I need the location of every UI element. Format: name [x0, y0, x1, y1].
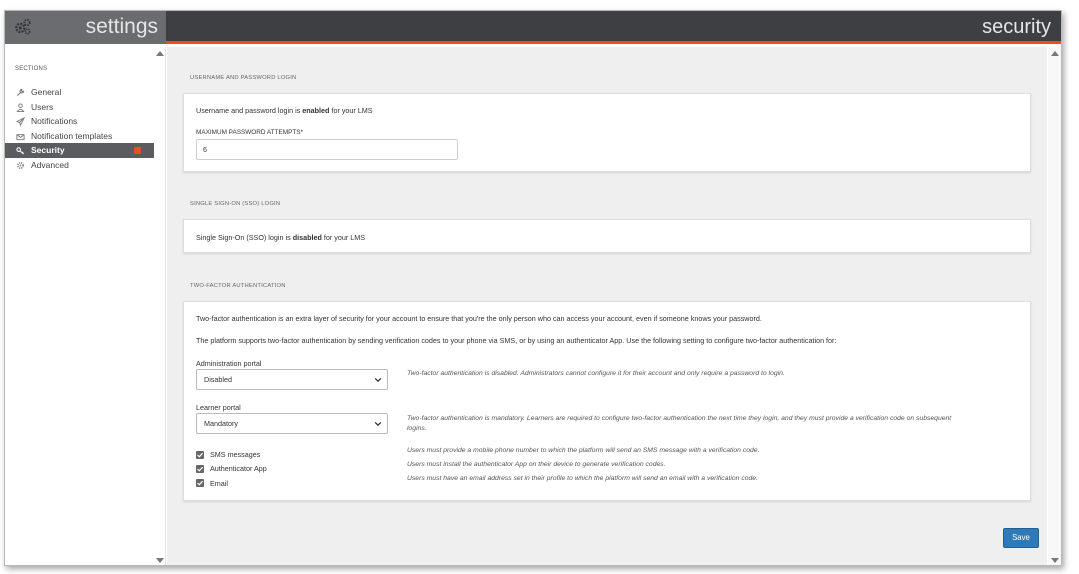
- envelope-icon: [16, 132, 25, 141]
- sidebar-item-advanced[interactable]: Advanced: [5, 158, 154, 173]
- login-status-value: enabled: [302, 106, 330, 115]
- section-label-tfa: TWO-FACTOR AUTHENTICATION: [190, 283, 286, 289]
- email-hint: Users must have an email address set in …: [407, 475, 758, 482]
- sidebar: SECTIONS General Users Notifications Not…: [5, 47, 166, 565]
- login-card: Username and password login is enabled f…: [183, 93, 1031, 172]
- paper-plane-icon: [15, 117, 26, 127]
- learner-portal-label: Learner portal: [196, 403, 241, 412]
- scroll-down-arrow-icon[interactable]: [1051, 558, 1059, 563]
- top-bar: settings security: [5, 11, 1061, 44]
- brand-area: settings: [5, 11, 166, 44]
- sidebar-item-users[interactable]: Users: [5, 100, 154, 115]
- gears-icon: [15, 18, 31, 35]
- learner-portal-value: Mandatory: [204, 419, 238, 428]
- sidebar-scrollbar[interactable]: [155, 47, 165, 565]
- sidebar-item-security[interactable]: Security: [5, 143, 154, 158]
- check-icon: [197, 452, 204, 458]
- authenticator-app-hint: Users must install the authenticator App…: [407, 461, 666, 468]
- section-label-sso: SINGLE SIGN-ON (SSO) LOGIN: [190, 201, 281, 207]
- sso-card: Single Sign-On (SSO) login is disabled f…: [183, 219, 1031, 253]
- email-checkbox[interactable]: [196, 479, 204, 487]
- learner-portal-hint-line-2: logins.: [407, 425, 427, 432]
- admin-portal-value: Disabled: [204, 375, 232, 384]
- sidebar-item-label: Users: [31, 101, 54, 112]
- learner-portal-select[interactable]: Mandatory: [196, 413, 388, 434]
- sidebar-item-notification-templates[interactable]: Notification templates: [5, 129, 154, 144]
- app-window: settings security SECTIONS General Users: [4, 10, 1062, 566]
- sections-label: SECTIONS: [15, 66, 48, 72]
- main-scrollbar[interactable]: [1048, 47, 1061, 565]
- sidebar-item-label: Security: [31, 145, 65, 156]
- sidebar-item-general[interactable]: General: [5, 85, 154, 100]
- learner-portal-hint-line-1: Two-factor authentication is mandatory. …: [407, 415, 952, 422]
- save-button[interactable]: Save: [1003, 528, 1039, 548]
- active-indicator: [134, 147, 141, 155]
- sidebar-item-label: Notifications: [31, 116, 78, 127]
- admin-portal-label: Administration portal: [196, 359, 262, 368]
- user-icon: [16, 103, 25, 112]
- tfa-card: Two-factor authentication is an extra la…: [183, 301, 1031, 501]
- check-icon: [197, 466, 204, 472]
- tfa-intro-1: Two-factor authentication is an extra la…: [196, 314, 762, 323]
- sms-label: SMS messages: [210, 450, 261, 459]
- wrench-icon: [16, 88, 25, 97]
- section-label-login: USERNAME AND PASSWORD LOGIN: [190, 75, 297, 81]
- key-icon: [16, 146, 25, 155]
- sidebar-nav: General Users Notifications Notification…: [5, 85, 154, 173]
- chevron-down-icon: [374, 377, 382, 383]
- admin-portal-hint: Two-factor authentication is disabled. A…: [407, 370, 785, 377]
- sso-status-value: disabled: [292, 233, 322, 242]
- authenticator-app-label: Authenticator App: [210, 464, 267, 473]
- scroll-up-arrow-icon[interactable]: [1051, 51, 1059, 56]
- sidebar-item-label: Notification templates: [31, 130, 113, 141]
- max-attempts-label: MAXIMUM PASSWORD ATTEMPTS*: [196, 129, 303, 136]
- tfa-intro-2: The platform supports two-factor authent…: [196, 336, 837, 345]
- check-icon: [197, 480, 204, 486]
- sms-hint: Users must provide a mobile phone number…: [407, 447, 760, 454]
- app-title: settings: [85, 15, 158, 38]
- chevron-down-icon: [374, 421, 382, 427]
- main-content: USERNAME AND PASSWORD LOGIN Username and…: [167, 47, 1047, 565]
- authenticator-app-checkbox[interactable]: [196, 465, 204, 473]
- sidebar-item-label: Advanced: [31, 159, 69, 170]
- scroll-down-arrow-icon[interactable]: [156, 558, 164, 563]
- sso-status-text: Single Sign-On (SSO) login is disabled f…: [196, 233, 365, 242]
- sidebar-item-label: General: [31, 87, 62, 97]
- sms-checkbox[interactable]: [196, 451, 204, 459]
- sidebar-item-notifications[interactable]: Notifications: [5, 114, 154, 129]
- gear-icon: [16, 161, 25, 170]
- admin-portal-select[interactable]: Disabled: [196, 369, 388, 390]
- email-label: Email: [210, 479, 228, 488]
- scroll-up-arrow-icon[interactable]: [156, 51, 164, 56]
- login-status-text: Username and password login is enabled f…: [196, 106, 373, 115]
- max-attempts-input[interactable]: 6: [196, 139, 458, 160]
- page-title: security: [982, 16, 1051, 38]
